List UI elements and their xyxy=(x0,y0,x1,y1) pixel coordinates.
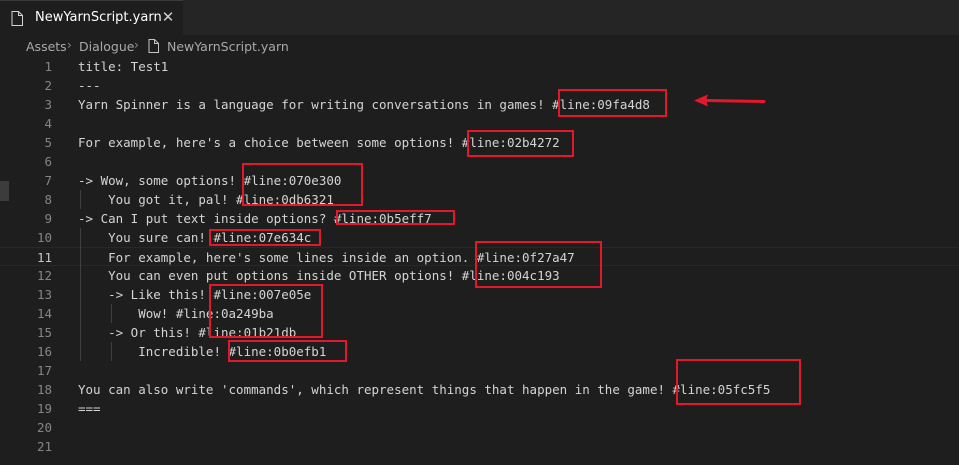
line-number: 9 xyxy=(44,211,52,226)
code-line[interactable]: 19 === xyxy=(0,399,959,418)
line-number: 1 xyxy=(44,59,52,74)
code-line[interactable]: 13 -> Like this! #line:007e05e xyxy=(0,285,959,304)
code-line[interactable]: 1 title: Test1 xyxy=(0,57,959,76)
line-number: 5 xyxy=(44,135,52,150)
code-line[interactable]: 14 Wow! #line:0a249ba xyxy=(0,304,959,323)
line-number: 8 xyxy=(44,192,52,207)
code-text[interactable]: -> Or this! #line:01b21db xyxy=(78,323,296,342)
code-line[interactable]: 7 -> Wow, some options! #line:070e300 xyxy=(0,171,959,190)
close-icon[interactable]: ✕ xyxy=(158,7,178,27)
breadcrumb-separator: › xyxy=(134,38,139,52)
line-number: 12 xyxy=(36,268,52,283)
code-text[interactable]: You sure can! #line:07e634c xyxy=(78,228,311,247)
line-number: 2 xyxy=(44,78,52,93)
code-line[interactable]: 11 For example, here's some lines inside… xyxy=(0,247,959,266)
code-line[interactable]: 4 xyxy=(0,114,959,133)
code-editor[interactable]: 1 title: Test1 2 --- 3 Yarn Spinner is a lang… xyxy=(0,57,959,465)
line-number: 14 xyxy=(36,306,52,321)
code-text[interactable]: -> Can I put text inside options? #line:… xyxy=(78,209,432,228)
code-line[interactable]: 6 xyxy=(0,152,959,171)
code-line[interactable]: 12 You can even put options inside OTHER… xyxy=(0,266,959,285)
line-number: 7 xyxy=(44,173,52,188)
code-text[interactable]: For example, here's a choice between som… xyxy=(78,133,560,152)
line-number: 6 xyxy=(44,154,52,169)
line-number: 20 xyxy=(36,420,52,435)
indent-guide xyxy=(111,304,112,323)
breadcrumb-separator: › xyxy=(67,38,72,52)
code-text[interactable]: -> Like this! #line:007e05e xyxy=(78,285,311,304)
code-line[interactable]: 5 For example, here's a choice between so… xyxy=(0,133,959,152)
code-text[interactable]: You can also write 'commands', which rep… xyxy=(78,380,770,399)
code-line[interactable]: 18 You can also write 'commands', which r… xyxy=(0,380,959,399)
breadcrumb-assets[interactable]: Assets xyxy=(26,39,67,54)
file-icon xyxy=(11,11,23,30)
code-line[interactable]: 15 -> Or this! #line:01b21db xyxy=(0,323,959,342)
line-number: 11 xyxy=(36,250,52,265)
line-number: 13 xyxy=(36,287,52,302)
code-line[interactable]: 16 Incredible! #line:0b0efb1 xyxy=(0,342,959,361)
code-text[interactable]: --- xyxy=(78,76,101,95)
breadcrumb: Assets › Dialogue › NewYarnScript.yarn xyxy=(0,35,959,57)
line-number: 4 xyxy=(44,116,52,131)
file-icon xyxy=(148,39,159,56)
line-number: 19 xyxy=(36,401,52,416)
breadcrumb-dialogue[interactable]: Dialogue xyxy=(79,39,134,54)
line-number: 10 xyxy=(36,230,52,245)
line-number: 21 xyxy=(36,439,52,454)
line-number: 15 xyxy=(36,325,52,340)
code-line[interactable]: 10 You sure can! #line:07e634c xyxy=(0,228,959,247)
indent-guide xyxy=(111,342,112,361)
tab-newyarnscript[interactable]: NewYarnScript.yarn ✕ xyxy=(0,0,183,35)
code-text[interactable]: Yarn Spinner is a language for writing c… xyxy=(78,95,650,114)
code-line[interactable]: 9 -> Can I put text inside options? #line… xyxy=(0,209,959,228)
line-number: 16 xyxy=(36,344,52,359)
line-number: 3 xyxy=(44,97,52,112)
breadcrumb-file[interactable]: NewYarnScript.yarn xyxy=(167,39,289,54)
indent-guide xyxy=(80,190,81,209)
code-line[interactable]: 2 --- xyxy=(0,76,959,95)
code-text[interactable]: title: Test1 xyxy=(78,57,168,76)
code-text[interactable]: For example, here's some lines inside an… xyxy=(78,248,575,267)
code-text[interactable]: Wow! #line:0a249ba xyxy=(78,304,273,323)
indent-guide xyxy=(80,228,81,361)
code-line[interactable]: 21 xyxy=(0,437,959,456)
code-text[interactable]: You got it, pal! #line:0db6321 xyxy=(78,190,334,209)
code-text[interactable]: You can even put options inside OTHER op… xyxy=(78,266,560,285)
line-number: 18 xyxy=(36,382,52,397)
code-text[interactable]: -> Wow, some options! #line:070e300 xyxy=(78,171,341,190)
line-number: 17 xyxy=(36,363,52,378)
code-line[interactable]: 8 You got it, pal! #line:0db6321 xyxy=(0,190,959,209)
code-line[interactable]: 17 xyxy=(0,361,959,380)
code-line[interactable]: 20 xyxy=(0,418,959,437)
red-arrow-icon xyxy=(694,94,766,107)
code-text[interactable]: === xyxy=(78,399,101,418)
tab-title: NewYarnScript.yarn xyxy=(35,10,162,25)
code-text[interactable]: Incredible! #line:0b0efb1 xyxy=(78,342,326,361)
tab-bar: NewYarnScript.yarn ✕ xyxy=(0,0,959,35)
code-line[interactable]: 3 Yarn Spinner is a language for writing … xyxy=(0,95,959,114)
